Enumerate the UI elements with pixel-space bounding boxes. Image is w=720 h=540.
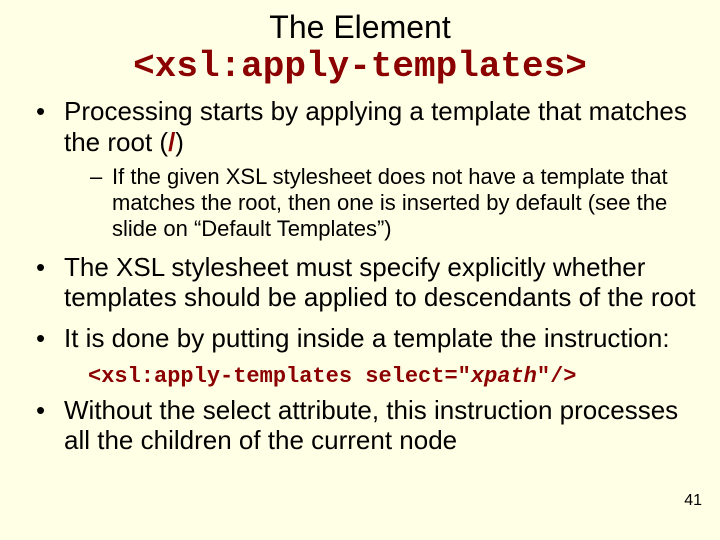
- bullet-1-sub-1: If the given XSL stylesheet does not hav…: [90, 164, 702, 242]
- bullet-1-sublist: If the given XSL stylesheet does not hav…: [64, 164, 702, 242]
- title-line-2-code: <xsl:apply-templates>: [18, 45, 702, 88]
- page-number: 41: [684, 492, 702, 510]
- slide-title: The Element <xsl:apply-templates>: [18, 10, 702, 88]
- bullet-1: Processing starts by applying a template…: [36, 96, 702, 241]
- bullet-4: Without the select attribute, this instr…: [36, 395, 702, 456]
- bullet-3: It is done by putting inside a template …: [36, 323, 702, 354]
- bullet-1-text-pre: Processing starts by applying a template…: [64, 96, 687, 157]
- bullet-list: Processing starts by applying a template…: [18, 96, 702, 353]
- bullet-list-2: Without the select attribute, this instr…: [18, 395, 702, 456]
- code-post: "/>: [537, 364, 577, 389]
- bullet-2: The XSL stylesheet must specify explicit…: [36, 252, 702, 313]
- code-instruction: <xsl:apply-templates select="xpath"/>: [88, 364, 702, 389]
- slide: The Element <xsl:apply-templates> Proces…: [0, 0, 720, 540]
- bullet-1-text-post: ): [175, 127, 184, 157]
- code-pre: <xsl:apply-templates select=": [88, 364, 471, 389]
- code-xpath: xpath: [471, 364, 537, 389]
- title-line-1: The Element: [18, 10, 702, 45]
